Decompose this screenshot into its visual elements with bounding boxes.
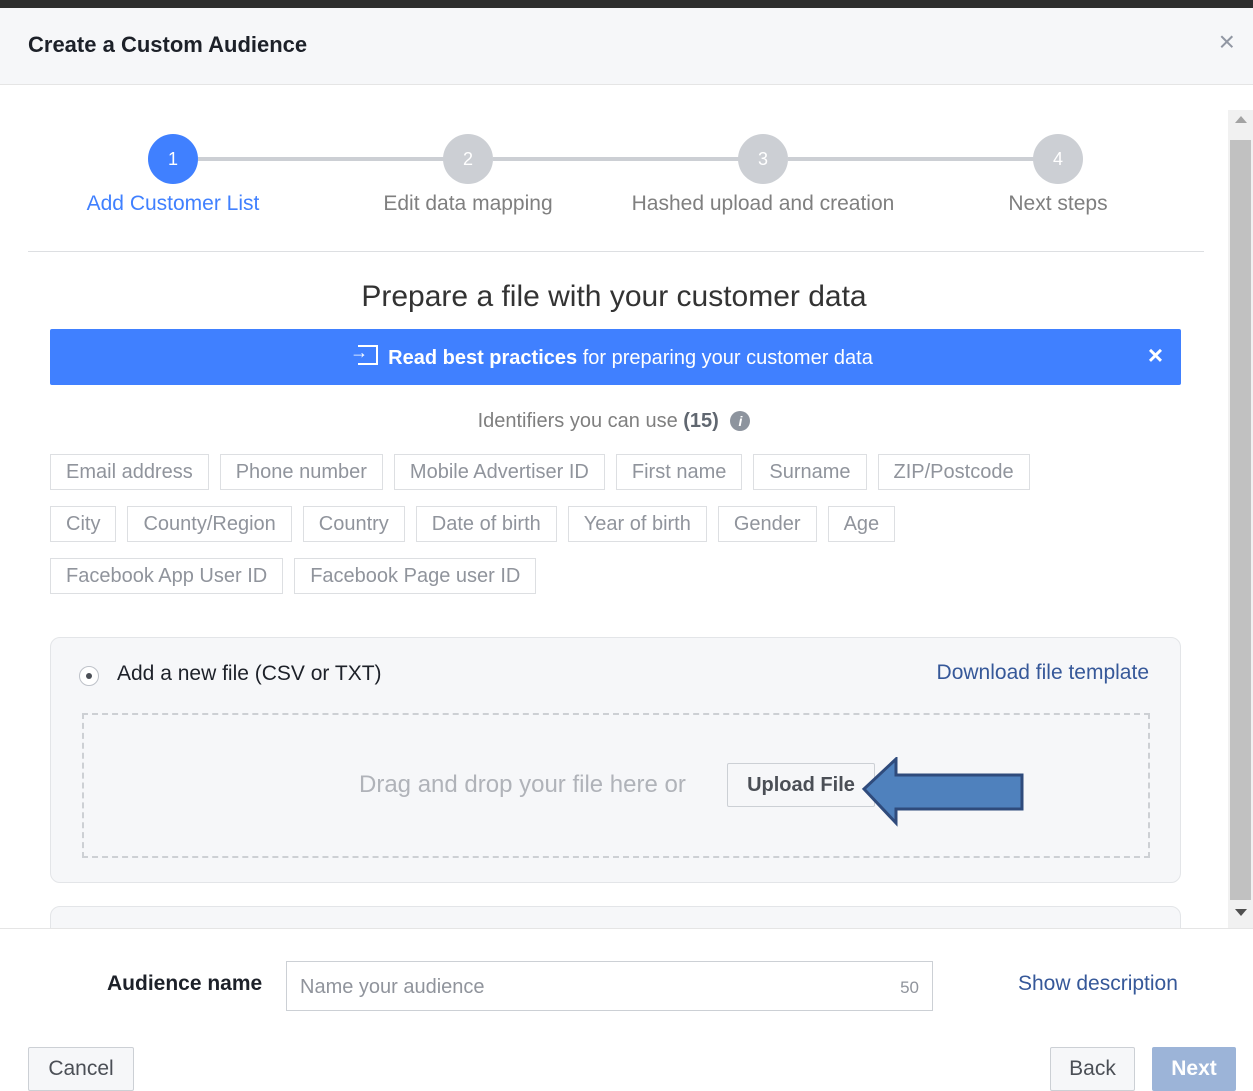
cancel-button[interactable]: Cancel — [28, 1047, 134, 1091]
dropzone-text: Drag and drop your file here or — [359, 771, 686, 798]
next-button[interactable]: Next — [1152, 1047, 1236, 1091]
identifier-chip: County/Region — [127, 506, 292, 542]
download-template-link[interactable]: Download file template — [937, 661, 1149, 685]
best-practices-banner: Read best practices for preparing your c… — [50, 329, 1181, 385]
identifier-chip: Gender — [717, 506, 817, 542]
dialog-footer: Audience name 50 Show description Cancel… — [0, 928, 1253, 1091]
identifier-chip: Surname — [753, 454, 867, 490]
close-icon[interactable]: × — [1219, 28, 1235, 56]
identifier-list: Email address Phone number Mobile Advertis… — [50, 454, 1190, 610]
identifier-chip: Phone number — [219, 454, 383, 490]
step-connector — [198, 157, 468, 161]
new-file-radio-label[interactable]: Add a new file (CSV or TXT) — [117, 662, 382, 686]
annotation-arrow-icon — [861, 757, 1024, 827]
step-1-label: Add Customer List — [86, 192, 260, 215]
audience-name-field[interactable]: 50 — [286, 961, 933, 1011]
banner-close-icon[interactable]: × — [1148, 342, 1163, 368]
audience-name-label: Audience name — [107, 972, 263, 995]
stepper: 1 2 3 4 Add Customer List Edit data mapp… — [28, 130, 1204, 252]
step-connector — [788, 157, 1058, 161]
section-title: Prepare a file with your customer data — [361, 280, 867, 313]
new-file-radio[interactable] — [79, 666, 99, 686]
show-description-link[interactable]: Show description — [1018, 972, 1178, 996]
identifier-chip: Mobile Advertiser ID — [393, 454, 605, 490]
identifier-chip: First name — [615, 454, 743, 490]
identifier-chip: Facebook Page user ID — [294, 558, 537, 594]
identifier-chip: Country — [302, 506, 405, 542]
dialog-title: Create a Custom Audience — [28, 32, 308, 57]
banner-text[interactable]: Read best practices for preparing your c… — [50, 342, 1181, 370]
step-2-circle: 2 — [443, 134, 493, 184]
info-icon[interactable]: i — [730, 411, 751, 431]
step-4-label: Next steps — [1008, 192, 1108, 215]
identifier-chip: Year of birth — [567, 506, 707, 542]
scroll-down-icon[interactable] — [1235, 909, 1247, 916]
step-2-label: Edit data mapping — [383, 192, 553, 215]
identifier-chip: Facebook App User ID — [50, 558, 284, 594]
identifier-chip: ZIP/Postcode — [877, 454, 1030, 490]
audience-name-input[interactable] — [298, 971, 862, 1003]
identifier-chip: Age — [827, 506, 896, 542]
top-border — [0, 0, 1253, 8]
identifiers-heading: Identifiers you can use (15) i — [0, 410, 1228, 433]
step-3-circle: 3 — [738, 134, 788, 184]
step-connector — [493, 157, 763, 161]
upload-file-button[interactable]: Upload File — [727, 763, 875, 807]
scroll-thumb[interactable] — [1230, 140, 1251, 900]
identifier-chip: Date of birth — [415, 506, 557, 542]
step-4-circle: 4 — [1033, 134, 1083, 184]
step-3-label: Hashed upload and creation — [631, 192, 895, 215]
step-1-circle: 1 — [148, 134, 198, 184]
back-button[interactable]: Back — [1050, 1047, 1135, 1091]
char-counter: 50 — [900, 978, 919, 997]
banner-rest-text: for preparing your customer data — [577, 347, 873, 369]
identifier-chip: Email address — [50, 454, 209, 490]
dialog-header: Create a Custom Audience × — [0, 8, 1253, 85]
banner-link[interactable]: Read best practices — [388, 347, 577, 369]
scroll-up-icon[interactable] — [1235, 116, 1247, 123]
enter-icon — [350, 342, 379, 365]
identifiers-count: (15) — [683, 410, 719, 432]
identifiers-heading-text: Identifiers you can use — [477, 410, 678, 432]
identifier-chip: City — [50, 506, 117, 542]
vertical-scrollbar[interactable] — [1228, 110, 1253, 928]
